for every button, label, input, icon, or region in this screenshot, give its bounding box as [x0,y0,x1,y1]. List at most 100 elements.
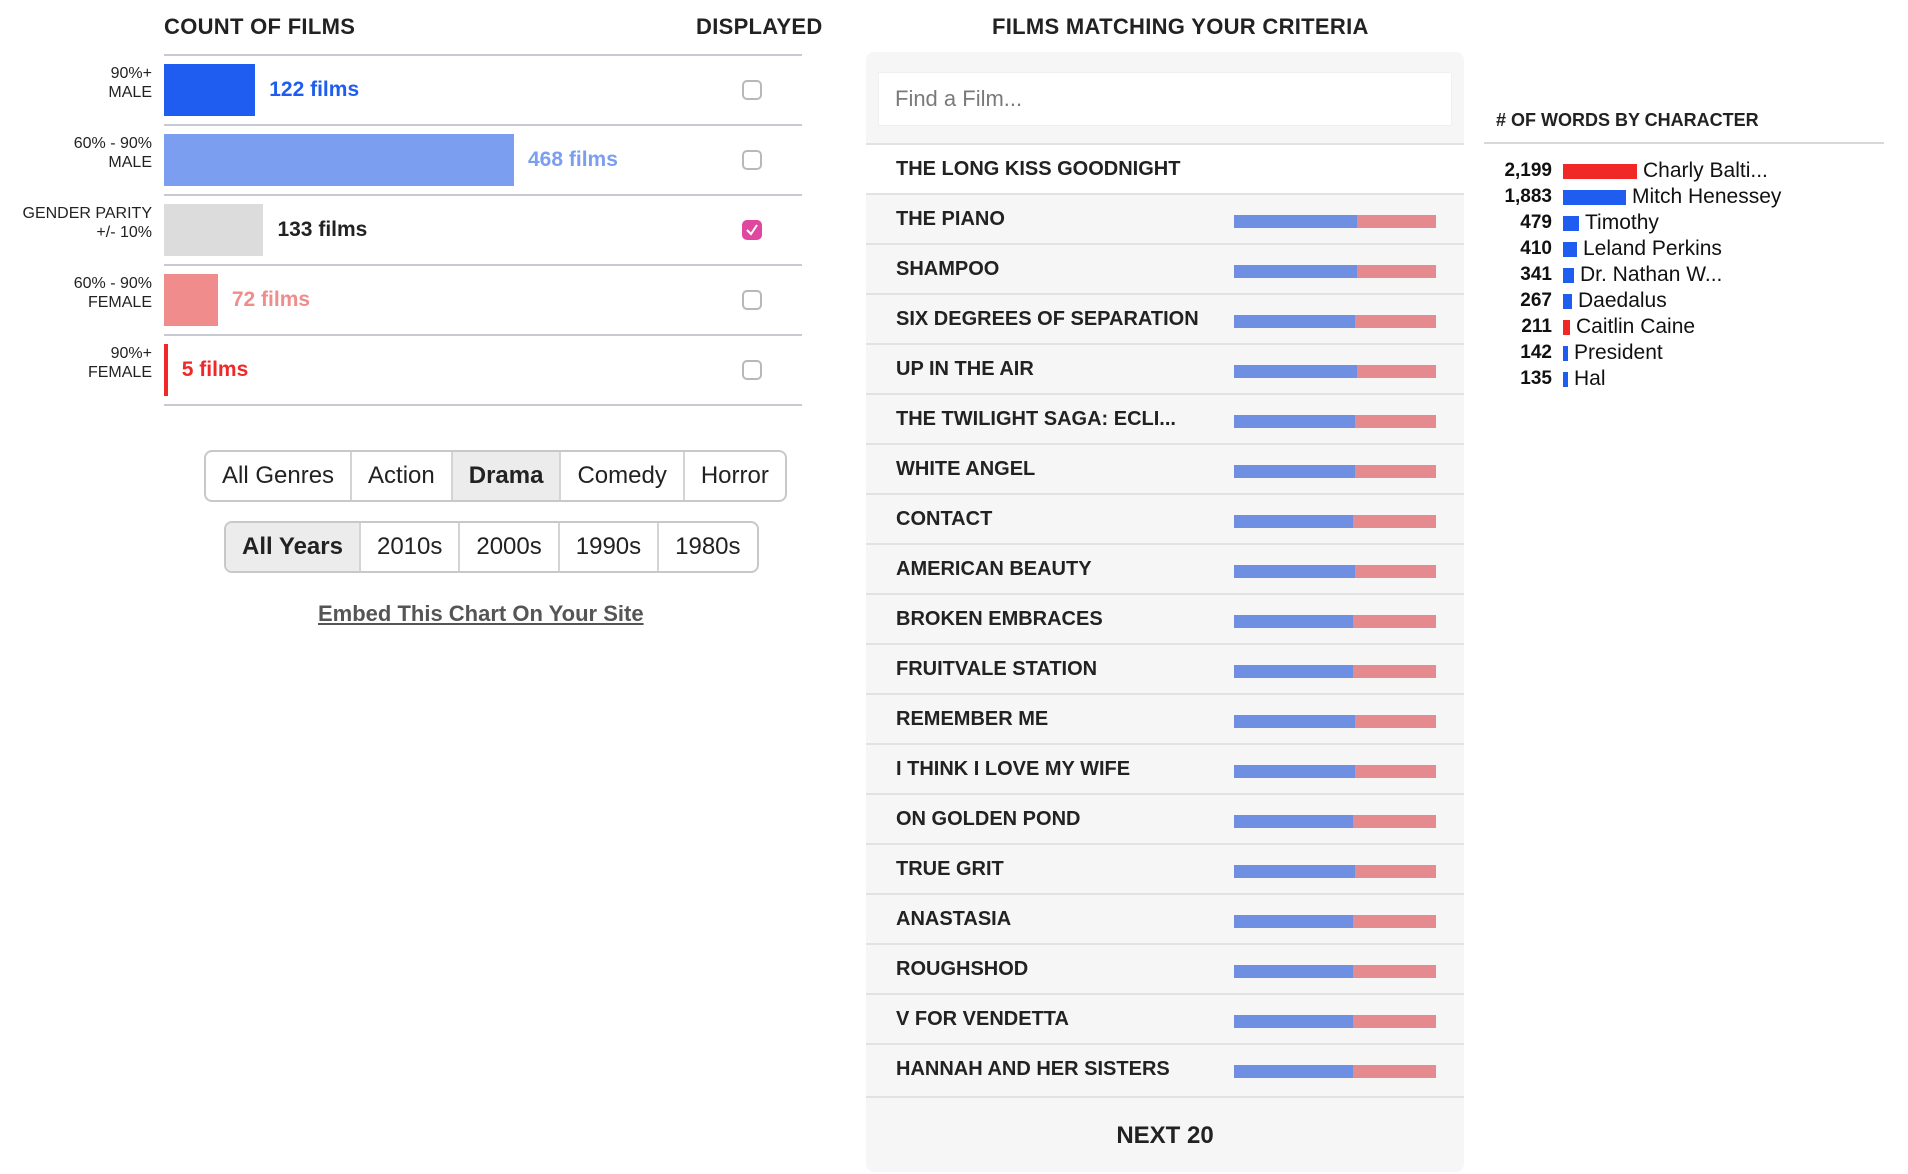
film-male-share-bar [1234,815,1353,828]
character-name: President [1574,341,1663,364]
film-male-share-bar [1234,715,1355,728]
character-word-count: 479 [1520,212,1552,233]
displayed-checkbox-90-male[interactable] [742,80,762,100]
character-row: 267 Daedalus [1470,288,1890,314]
character-word-count: 267 [1520,290,1552,311]
film-row[interactable]: UP IN THE AIR [866,343,1464,395]
category-label-line: 90%+ [110,345,152,362]
film-male-share-bar [1234,515,1353,528]
film-female-share-bar [1355,765,1436,778]
film-female-share-bar [1353,965,1436,978]
film-row[interactable]: REMEMBER ME [866,693,1464,745]
film-title: ANASTASIA [896,908,1012,930]
film-title: SHAMPOO [896,258,1000,280]
film-title: I THINK I LOVE MY WIFE [896,758,1131,780]
film-row[interactable]: I THINK I LOVE MY WIFE [866,743,1464,795]
film-female-share-bar [1357,265,1436,278]
film-row[interactable]: THE LONG KISS GOODNIGHT [866,143,1464,195]
genre-option-all-genres[interactable]: All Genres [206,452,353,500]
film-row[interactable]: SIX DEGREES OF SEPARATION [866,293,1464,345]
character-word-count: 1,883 [1504,186,1552,207]
film-female-share-bar [1353,1015,1436,1028]
character-row: 211 Caitlin Caine [1470,314,1890,340]
character-word-bar [1563,372,1568,387]
film-row[interactable]: CONTACT [866,493,1464,545]
count-row-divider [164,404,802,406]
displayed-checkbox-60-90-female[interactable] [742,290,762,310]
film-title: UP IN THE AIR [896,358,1034,380]
film-title: THE LONG KISS GOODNIGHT [896,158,1181,180]
category-label-gender-parity: GENDER PARITY +/- 10% [0,204,153,242]
character-word-bar [1563,242,1577,257]
film-title: WHITE ANGEL [896,458,1036,480]
count-bar-60-90-female[interactable] [164,274,218,326]
film-row[interactable]: AMERICAN BEAUTY [866,543,1464,595]
genre-option-comedy[interactable]: Comedy [561,452,685,500]
film-female-share-bar [1355,865,1436,878]
character-row: 2,199 Charly Balti... [1470,158,1890,184]
film-male-share-bar [1234,365,1357,378]
film-title: CONTACT [896,508,993,530]
character-word-count: 135 [1520,368,1552,389]
character-word-bar [1563,320,1570,335]
decade-option-1990s[interactable]: 1990s [560,523,660,571]
film-title: SIX DEGREES OF SEPARATION [896,308,1199,330]
genre-option-action[interactable]: Action [352,452,453,500]
category-label-line: FEMALE [87,294,152,311]
count-of-films-panel: COUNT OF FILMS DISPLAYED 90%+ MALE 122 fil… [0,0,823,700]
count-row-divider [164,264,802,266]
decade-option-2000s[interactable]: 2000s [460,523,560,571]
displayed-checkbox-90-female[interactable] [742,360,762,380]
character-name: Daedalus [1578,289,1667,312]
check-icon [746,224,758,236]
film-row[interactable]: BROKEN EMBRACES [866,593,1464,645]
count-bar-90-female[interactable] [164,344,168,396]
count-bar-gender-parity[interactable] [164,204,264,256]
film-row[interactable]: THE TWILIGHT SAGA: ECLI... [866,393,1464,445]
category-label-90-male: 90%+ MALE [0,64,152,102]
film-row[interactable]: WHITE ANGEL [866,443,1464,495]
genre-option-horror[interactable]: Horror [685,452,785,500]
film-row[interactable]: ROUGHSHOD [866,943,1464,995]
film-row[interactable]: ANASTASIA [866,893,1464,945]
film-title: AMERICAN BEAUTY [896,558,1092,580]
character-row: 142 President [1470,340,1890,366]
words-by-character-header: # OF WORDS BY CHARACTER [1496,110,1759,130]
decade-option-2010s[interactable]: 2010s [361,523,461,571]
film-male-share-bar [1234,1065,1353,1078]
film-title: THE PIANO [896,208,1005,230]
category-label-line: 60% - 90% [73,275,152,292]
character-word-bar [1563,294,1572,309]
next-20-button[interactable]: NEXT 20 [866,1096,1464,1174]
film-title: HANNAH AND HER SISTERS [896,1058,1170,1080]
film-row[interactable]: V FOR VENDETTA [866,993,1464,1045]
character-row: 1,883 Mitch Henessey [1470,184,1890,210]
count-row-divider [164,124,802,126]
character-word-count: 341 [1520,264,1552,285]
count-row-divider [164,194,802,196]
film-row[interactable]: HANNAH AND HER SISTERS [866,1043,1464,1095]
displayed-checkbox-60-90-male[interactable] [742,150,762,170]
character-name: Hal [1574,367,1606,390]
count-bar-90-male[interactable] [164,64,256,116]
decade-option-all-years[interactable]: All Years [226,523,361,571]
film-row[interactable]: TRUE GRIT [866,843,1464,895]
displayed-checkbox-gender-parity[interactable] [742,220,762,240]
genre-option-drama[interactable]: Drama [452,452,562,500]
film-search-input[interactable] [878,72,1452,126]
count-bar-60-90-male[interactable] [164,134,514,186]
film-list-panel: THE LONG KISS GOODNIGHT THE PIANO SHAMPOO S… [866,52,1464,1172]
film-row[interactable]: THE PIANO [866,193,1464,245]
film-row[interactable]: ON GOLDEN POND [866,793,1464,845]
film-row[interactable]: SHAMPOO [866,243,1464,295]
film-female-share-bar [1353,915,1436,928]
count-row-divider [164,334,802,336]
embed-chart-link[interactable]: Embed This Chart On Your Site [318,601,644,627]
film-female-share-bar [1353,615,1436,628]
character-name: Dr. Nathan W... [1580,263,1723,286]
film-male-share-bar [1234,215,1357,228]
decade-option-1980s[interactable]: 1980s [659,523,756,571]
film-female-share-bar [1357,365,1436,378]
film-male-share-bar [1234,665,1353,678]
film-row[interactable]: FRUITVALE STATION [866,643,1464,695]
